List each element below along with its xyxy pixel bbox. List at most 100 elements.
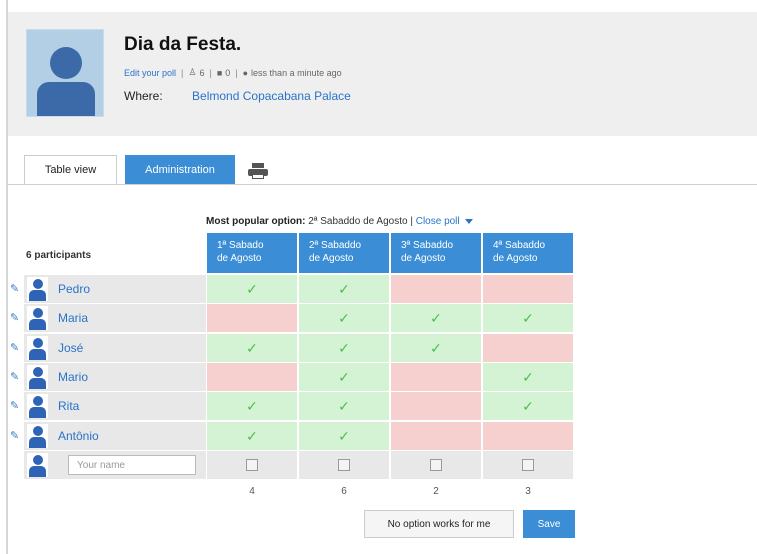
column-header-line: 2ª Sabaddo [309, 240, 362, 251]
option-checkbox[interactable] [522, 459, 534, 471]
option-total: 3 [525, 486, 531, 497]
avatar [27, 424, 48, 448]
checkmark-icon: ✓ [338, 309, 350, 326]
column-header-3: 3ª Sabaddo de Agosto [391, 233, 481, 273]
vote-yes-cell: ✓ [299, 422, 389, 450]
new-entry-cell [483, 451, 573, 479]
column-header-line: 1ª Sabado [217, 240, 264, 251]
participant-row: ✎ Maria [10, 304, 206, 332]
most-popular-label: Most popular option: [206, 216, 306, 227]
vote-no-cell [483, 275, 573, 303]
checkmark-icon: ✓ [338, 368, 350, 385]
vote-yes-cell: ✓ [207, 334, 297, 362]
comment-count: 0 [225, 67, 231, 78]
checkmark-icon: ✓ [338, 339, 350, 356]
most-popular-value: 2ª Sabaddo de Agosto | [308, 216, 413, 227]
chevron-down-icon[interactable] [464, 218, 473, 224]
participant-name[interactable]: Mario [58, 370, 88, 384]
avatar [27, 336, 48, 360]
participant-row: ✎ Antônio [10, 422, 206, 450]
vote-yes-cell: ✓ [299, 304, 389, 332]
checkmark-icon: ✓ [522, 397, 534, 414]
vote-yes-cell: ✓ [299, 392, 389, 420]
checkmark-icon: ✓ [338, 427, 350, 444]
where-label: Where: [124, 89, 163, 103]
close-poll-link[interactable]: Close poll [416, 216, 460, 227]
vote-no-cell [391, 275, 481, 303]
column-header-line: 4ª Sabaddo [493, 240, 546, 251]
avatar [27, 394, 48, 418]
vote-no-cell [391, 392, 481, 420]
avatar [27, 453, 48, 477]
participant-name[interactable]: Rita [58, 399, 79, 413]
vote-no-cell [391, 363, 481, 391]
new-entry-row [10, 451, 206, 479]
checkmark-icon: ✓ [246, 339, 258, 356]
participant-name[interactable]: José [58, 341, 83, 355]
column-header-2: 2ª Sabaddo de Agosto [299, 233, 389, 273]
poll-header [8, 12, 757, 136]
edit-poll-link[interactable]: Edit your poll [124, 68, 176, 78]
time-ago: less than a minute ago [251, 67, 342, 78]
participant-row: ✎ Pedro [10, 275, 206, 303]
participant-count: 6 [199, 67, 205, 78]
pencil-icon[interactable]: ✎ [10, 282, 22, 296]
vote-yes-cell: ✓ [207, 275, 297, 303]
user-icon: ♙ [188, 67, 197, 77]
vote-no-cell [483, 422, 573, 450]
tab-table-view[interactable]: Table view [24, 155, 117, 184]
vote-yes-cell: ✓ [391, 304, 481, 332]
poll-title: Dia da Festa. [124, 34, 242, 55]
pencil-icon[interactable]: ✎ [10, 341, 22, 355]
participant-row: ✎ Mario [10, 363, 206, 391]
participant-name[interactable]: Maria [58, 311, 88, 325]
vote-yes-cell: ✓ [299, 334, 389, 362]
pencil-icon[interactable]: ✎ [10, 311, 22, 325]
where-value[interactable]: Belmond Copacabana Palace [192, 89, 351, 103]
checkmark-icon: ✓ [522, 368, 534, 385]
option-checkbox[interactable] [246, 459, 258, 471]
printer-icon[interactable] [248, 163, 268, 179]
clock-icon: ● [242, 67, 249, 78]
vote-no-cell [391, 422, 481, 450]
pencil-icon[interactable]: ✎ [10, 399, 22, 413]
poll-meta: Edit your poll | ♙ 6 | ■ 0 | ● less than… [124, 67, 342, 78]
participants-count-label: 6 participants [26, 250, 92, 261]
checkmark-icon: ✓ [338, 397, 350, 414]
checkmark-icon: ✓ [522, 309, 534, 326]
checkmark-icon: ✓ [430, 339, 442, 356]
pencil-icon[interactable]: ✎ [10, 429, 22, 443]
vote-yes-cell: ✓ [483, 363, 573, 391]
vote-no-cell [207, 363, 297, 391]
save-button[interactable]: Save [523, 510, 575, 538]
column-header-line: de Agosto [309, 253, 354, 264]
option-total: 6 [341, 486, 347, 497]
avatar [27, 306, 48, 330]
new-entry-cell [207, 451, 297, 479]
tab-administration[interactable]: Administration [125, 155, 235, 184]
option-total: 4 [249, 486, 255, 497]
no-option-button[interactable]: No option works for me [364, 510, 514, 538]
participant-name[interactable]: Antônio [58, 429, 99, 443]
column-header-line: 3ª Sabaddo [401, 240, 454, 251]
participant-row: ✎ Rita [10, 392, 206, 420]
column-header-4: 4ª Sabaddo de Agosto [483, 233, 573, 273]
checkmark-icon: ✓ [430, 309, 442, 326]
avatar [27, 365, 48, 389]
option-checkbox[interactable] [430, 459, 442, 471]
checkmark-icon: ✓ [246, 280, 258, 297]
column-header-line: de Agosto [217, 253, 262, 264]
option-total: 2 [433, 486, 439, 497]
vote-no-cell [207, 304, 297, 332]
vote-no-cell [483, 334, 573, 362]
pencil-icon[interactable]: ✎ [10, 370, 22, 384]
option-checkbox[interactable] [338, 459, 350, 471]
participant-name[interactable]: Pedro [58, 282, 90, 296]
participant-row: ✎ José [10, 334, 206, 362]
checkmark-icon: ✓ [338, 280, 350, 297]
new-entry-cell [391, 451, 481, 479]
your-name-input[interactable] [68, 455, 196, 475]
poll-location: Where: Belmond Copacabana Palace [124, 89, 351, 103]
vote-yes-cell: ✓ [207, 422, 297, 450]
vote-yes-cell: ✓ [483, 392, 573, 420]
